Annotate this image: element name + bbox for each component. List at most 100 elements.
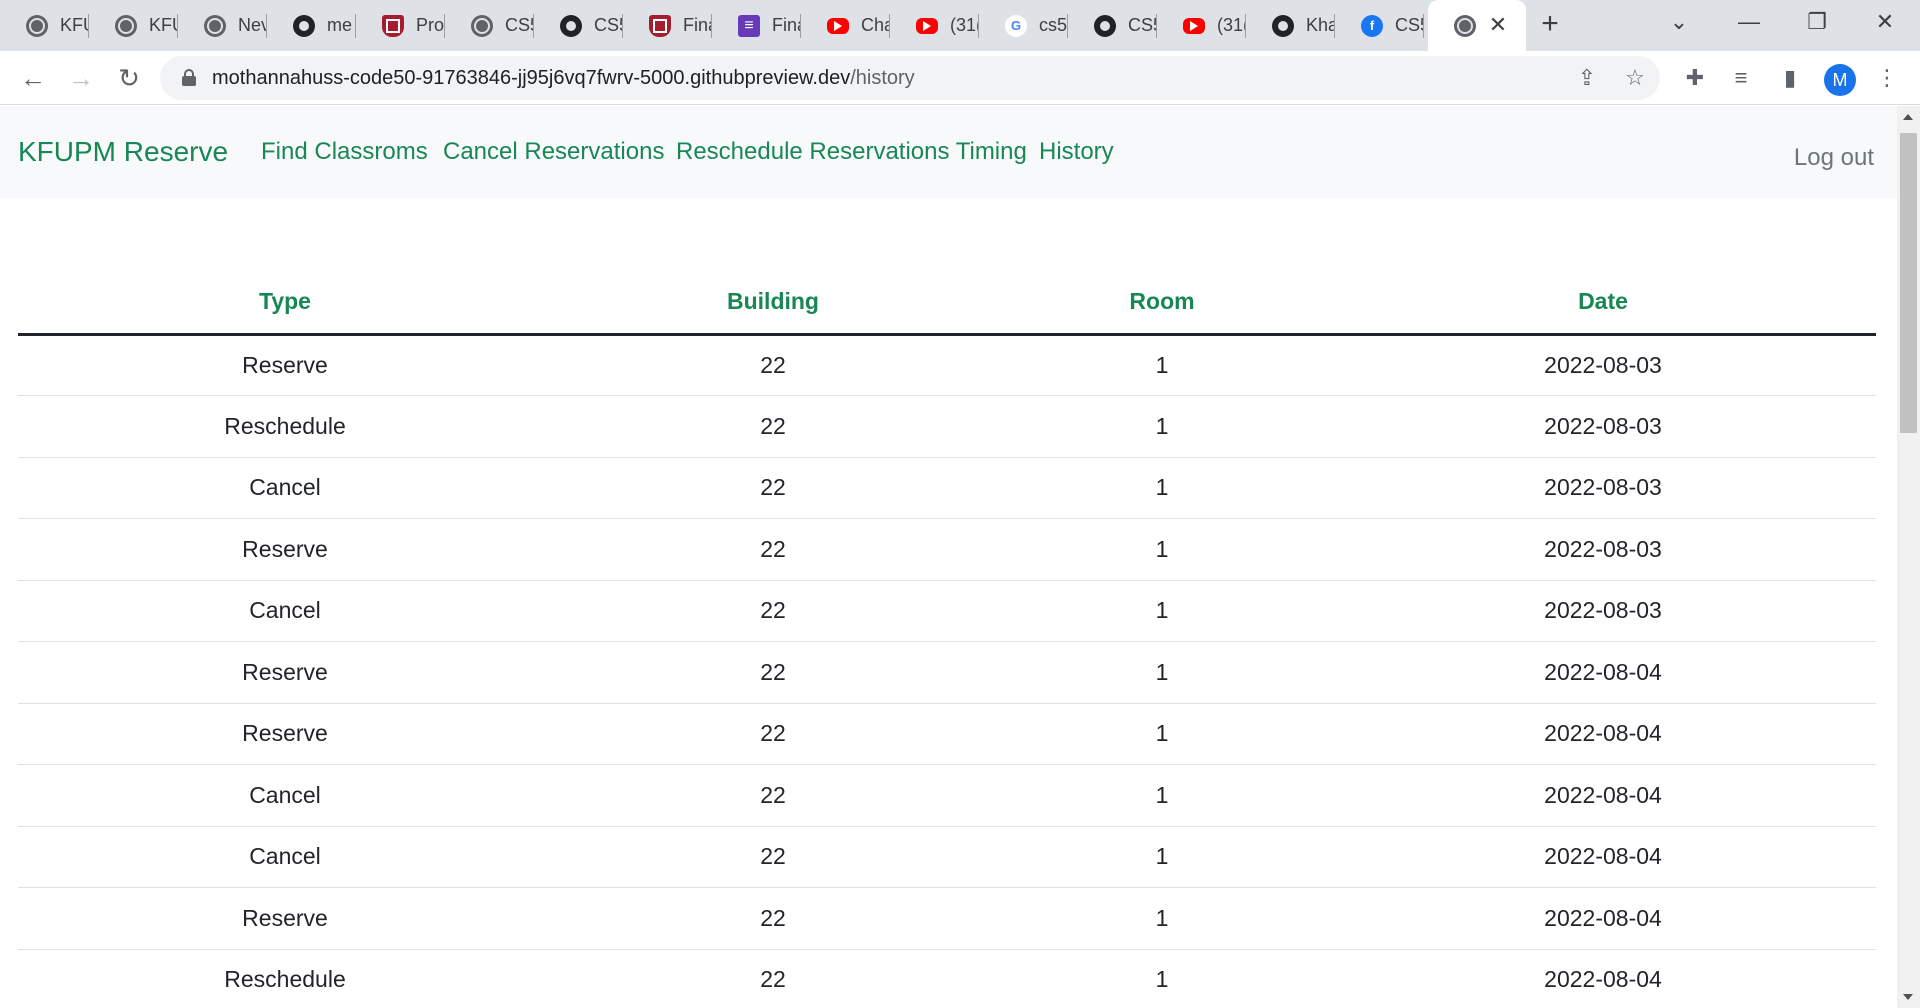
history-table-body: Reserve 22 1 2022-08-03 Reschedule 22 1 2022-08… <box>18 334 1876 1008</box>
nav-cancel-reservations[interactable]: Cancel Reservations <box>443 106 664 198</box>
table-row: Cancel 22 1 2022-08-04 <box>18 826 1876 888</box>
building-cell: 22 <box>552 764 994 827</box>
brand-link[interactable]: KFUPM Reserve <box>18 106 228 198</box>
browser-tab[interactable]: Cha <box>801 0 890 51</box>
type-cell: Cancel <box>18 580 552 642</box>
browser-toolbar: ← → ↻ mothannahuss-code50-91763846-jj95j… <box>0 51 1920 105</box>
type-cell: Cancel <box>18 764 552 827</box>
tab-title: cs5( <box>1039 15 1068 35</box>
nav-reschedule-reservations[interactable]: Reschedule Reservations Timing <box>676 106 1027 198</box>
history-table-header: Type Building Room Date <box>18 270 1876 336</box>
browser-tab[interactable]: Kha <box>1246 0 1335 51</box>
forward-button[interactable]: → <box>64 61 98 95</box>
tab-search-icon[interactable]: ⌄ <box>1650 0 1708 44</box>
browser-tab[interactable]: Nev <box>178 0 267 51</box>
table-row: Reserve 22 1 2022-08-03 <box>18 334 1876 396</box>
scrollbar-thumb[interactable] <box>1900 133 1917 433</box>
browser-tab[interactable]: (31( <box>1157 0 1246 51</box>
nav-history[interactable]: History <box>1039 106 1114 198</box>
extensions-icon[interactable]: ✚ <box>1680 63 1710 93</box>
tab-title: Cha <box>861 15 890 35</box>
tab-title: KFU <box>60 15 89 35</box>
table-row: Reserve 22 1 2022-08-03 <box>18 518 1876 581</box>
globe-icon <box>471 14 493 37</box>
share-icon[interactable]: ⇪ <box>1572 63 1602 93</box>
page-scrollbar[interactable] <box>1897 106 1920 1008</box>
tab-title: CS5 <box>1395 15 1424 35</box>
date-cell: 2022-08-04 <box>1330 887 1876 950</box>
room-cell: 1 <box>994 703 1330 765</box>
reload-button[interactable]: ↻ <box>112 61 146 95</box>
browser-tab[interactable]: (31( <box>890 0 979 51</box>
tab-title: CS5 <box>1128 15 1157 35</box>
column-header-date: Date <box>1330 270 1876 336</box>
browser-tab[interactable]: Fina <box>623 0 712 51</box>
url-text[interactable]: mothannahuss-code50-91763846-jj95j6vq7fw… <box>212 56 915 100</box>
scroll-down-arrow-icon[interactable] <box>1897 990 1920 1006</box>
browser-tab[interactable]: KFU <box>89 0 178 51</box>
nav-find-classrooms[interactable]: Find Classroms <box>261 106 428 198</box>
site-navbar: KFUPM Reserve Find Classroms Cancel Rese… <box>0 106 1897 198</box>
scroll-up-arrow-icon[interactable] <box>1897 110 1920 126</box>
tab-title: CS5 <box>505 15 534 35</box>
tab-close-icon[interactable]: ✕ <box>1486 13 1510 37</box>
globe-icon <box>1454 14 1476 37</box>
minimize-button[interactable]: — <box>1720 0 1778 44</box>
restore-button[interactable]: ❐ <box>1788 0 1846 44</box>
tab-title: (31( <box>1217 15 1246 35</box>
column-header-room: Room <box>994 270 1330 336</box>
room-cell: 1 <box>994 641 1330 704</box>
table-row: Cancel 22 1 2022-08-03 <box>18 580 1876 642</box>
building-cell: 22 <box>552 703 994 765</box>
browser-tab[interactable]: KFU <box>0 0 89 51</box>
active-tab[interactable]: ✕ <box>1428 0 1526 51</box>
browser-tab[interactable]: f CS5 <box>1335 0 1424 51</box>
tab-strip: KFUKFUNevmeProCS5CS5FinaFinaCha(31(Gcs5(… <box>0 0 1920 51</box>
date-cell: 2022-08-03 <box>1330 580 1876 642</box>
room-cell: 1 <box>994 764 1330 827</box>
lock-icon[interactable] <box>182 69 196 86</box>
building-cell: 22 <box>552 641 994 704</box>
logout-link[interactable]: Log out <box>1794 106 1874 210</box>
table-row: Reserve 22 1 2022-08-04 <box>18 703 1876 765</box>
browser-tab[interactable]: CS5 <box>1068 0 1157 51</box>
harvard-icon <box>382 14 404 37</box>
table-row: Reschedule 22 1 2022-08-04 <box>18 949 1876 1008</box>
youtube-icon <box>827 17 849 34</box>
browser-tab[interactable]: me <box>267 0 356 51</box>
media-controls-icon[interactable]: ≡ <box>1726 63 1756 93</box>
building-cell: 22 <box>552 826 994 888</box>
tab-title: CS5 <box>594 15 623 35</box>
type-cell: Reschedule <box>18 395 552 458</box>
tab-title: Nev <box>238 15 267 35</box>
tab-title: KFU <box>149 15 178 35</box>
profile-avatar[interactable]: M <box>1824 64 1856 96</box>
building-cell: 22 <box>552 518 994 581</box>
google-icon: G <box>1005 14 1027 37</box>
bookmark-star-icon[interactable]: ☆ <box>1620 63 1650 93</box>
building-cell: 22 <box>552 334 994 396</box>
url-path: /history <box>850 67 915 89</box>
close-window-button[interactable]: ✕ <box>1856 0 1914 44</box>
browser-tab[interactable]: CS5 <box>445 0 534 51</box>
address-bar[interactable]: mothannahuss-code50-91763846-jj95j6vq7fw… <box>160 56 1660 100</box>
header-row: Type Building Room Date <box>18 270 1876 336</box>
table-row: Reschedule 22 1 2022-08-03 <box>18 395 1876 458</box>
github-icon <box>293 14 315 37</box>
globe-icon <box>26 14 48 37</box>
tab-title: Fina <box>683 15 712 35</box>
new-tab-button[interactable]: + <box>1534 9 1566 41</box>
room-cell: 1 <box>994 395 1330 458</box>
browser-tab[interactable]: Gcs5( <box>979 0 1068 51</box>
browser-menu-icon[interactable]: ⋮ <box>1872 63 1902 93</box>
date-cell: 2022-08-04 <box>1330 764 1876 827</box>
browser-tab[interactable]: Pro <box>356 0 445 51</box>
back-button[interactable]: ← <box>16 61 50 95</box>
type-cell: Cancel <box>18 457 552 519</box>
tab-separator <box>1423 14 1424 38</box>
room-cell: 1 <box>994 887 1330 950</box>
browser-tab[interactable]: CS5 <box>534 0 623 51</box>
browser-tab[interactable]: Fina <box>712 0 801 51</box>
side-panel-icon[interactable]: ▮ <box>1775 63 1805 93</box>
building-cell: 22 <box>552 887 994 950</box>
